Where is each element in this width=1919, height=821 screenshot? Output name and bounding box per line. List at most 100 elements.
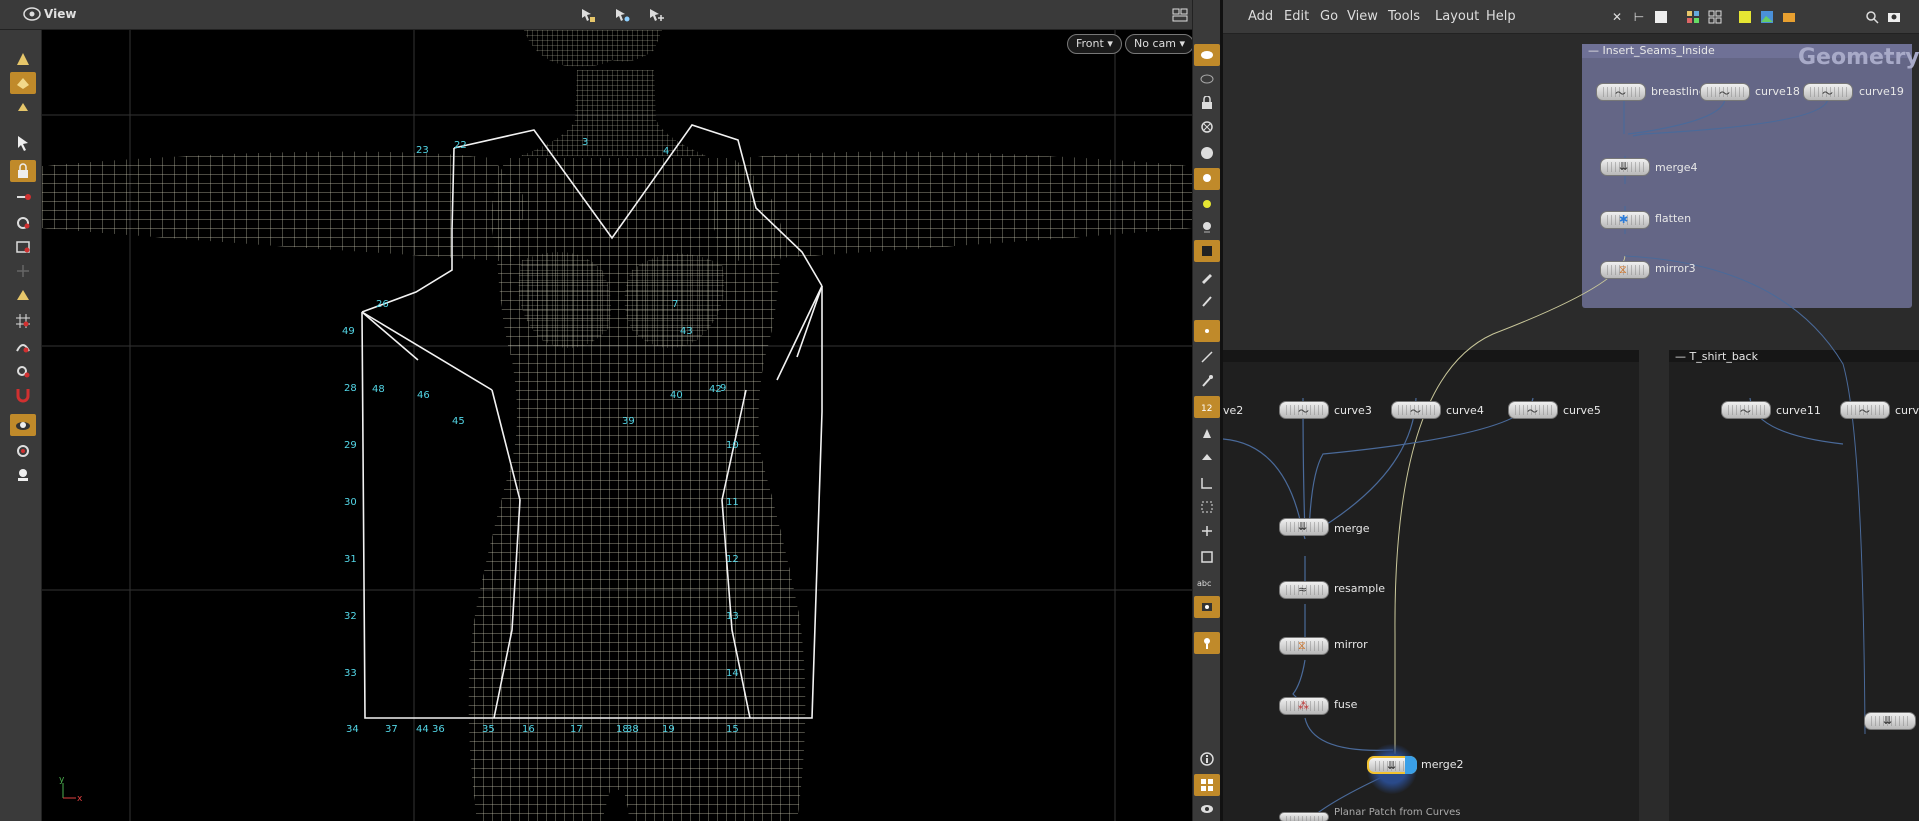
view-dropdown[interactable]: Front ▾ <box>1067 34 1122 54</box>
node-resample[interactable]: ≈ <box>1279 581 1329 599</box>
select-boundary-icon[interactable] <box>10 236 36 258</box>
display-options-icon[interactable] <box>1194 44 1220 66</box>
eye-icon[interactable] <box>1194 798 1220 820</box>
display-pin-icon[interactable] <box>1194 632 1220 654</box>
node-merge2[interactable]: ⇊ <box>1367 756 1417 774</box>
node-planar-patch[interactable] <box>1279 812 1329 821</box>
display-edges-icon[interactable] <box>10 96 36 118</box>
lighting-icon[interactable] <box>1194 168 1220 190</box>
tree-icon[interactable]: ⊢ <box>1631 9 1647 25</box>
point-number-label: 12 <box>726 554 739 565</box>
svg-text:12: 12 <box>1201 404 1212 414</box>
camera-snapshot-icon[interactable] <box>1886 9 1902 25</box>
camera-icon[interactable] <box>10 440 36 462</box>
display-breakpoints-icon[interactable] <box>1194 446 1220 468</box>
display-point-numbers-icon[interactable] <box>1194 320 1220 342</box>
node-merge[interactable]: ⇊ <box>1279 518 1329 536</box>
lock-camera-icon[interactable] <box>1194 92 1220 114</box>
camera-dropdown[interactable]: No cam ▾ <box>1125 34 1192 54</box>
node-curve18[interactable]: 〜 <box>1700 83 1750 101</box>
display-bbox-icon[interactable] <box>1194 546 1220 568</box>
snap-prim-icon[interactable] <box>10 336 36 358</box>
pose-icon[interactable] <box>10 816 36 821</box>
list-icon[interactable] <box>1653 9 1669 25</box>
snap-point-icon[interactable] <box>10 360 36 382</box>
search-icon[interactable] <box>1864 9 1880 25</box>
display-profiles-icon[interactable] <box>1194 496 1220 518</box>
image-icon[interactable] <box>1759 9 1775 25</box>
point-number-label: 29 <box>344 440 357 451</box>
collapse-icon[interactable]: — <box>1588 44 1603 57</box>
construction-plane-icon[interactable] <box>10 414 36 436</box>
menu-help[interactable]: Help <box>1486 9 1516 24</box>
point-number-label: 31 <box>344 554 357 565</box>
display-flag-icon[interactable] <box>1405 756 1417 774</box>
node-curve4[interactable]: 〜 <box>1391 401 1441 419</box>
node-curve11[interactable]: 〜 <box>1721 401 1771 419</box>
pivot-icon[interactable] <box>10 260 36 282</box>
display-text-icon[interactable]: abc <box>1194 572 1220 594</box>
menu-tools[interactable]: Tools <box>1388 9 1420 24</box>
display-normals-icon[interactable] <box>1194 346 1220 368</box>
node-breastline[interactable]: 〜 <box>1596 83 1646 101</box>
display-uv-icon[interactable] <box>1194 422 1220 444</box>
pencil-icon[interactable] <box>1194 266 1220 288</box>
network-menubar: Add Edit Go View Tools Layout Help ✕ ⊢ <box>1223 0 1919 34</box>
select-connected-icon[interactable] <box>10 186 36 208</box>
snap-grid-icon[interactable] <box>10 310 36 332</box>
x-ray-icon[interactable] <box>1194 116 1220 138</box>
menu-go[interactable]: Go <box>1320 9 1338 24</box>
node-flatten[interactable]: ✱ <box>1600 211 1650 229</box>
select-pattern-icon[interactable] <box>609 4 635 26</box>
layout-icon[interactable] <box>1194 774 1220 796</box>
node-curve19[interactable]: 〜 <box>1803 83 1853 101</box>
grid-view-icon[interactable] <box>1685 9 1701 25</box>
node-curve-partial[interactable]: 〜 <box>1840 401 1890 419</box>
tools-icon[interactable]: ✕ <box>1609 9 1625 25</box>
node-curve5[interactable]: 〜 <box>1508 401 1558 419</box>
notes-icon[interactable] <box>1737 9 1753 25</box>
display-edges-dir-icon[interactable] <box>1194 520 1220 542</box>
3d-viewport[interactable]: 23 22 3 4 26 7 49 43 28 48 46 40 42 9 45 39 29 10 30 11 31 12… <box>42 30 1192 821</box>
select-loop-icon[interactable] <box>10 212 36 234</box>
display-points-icon[interactable] <box>10 48 36 70</box>
mirror-node-icon: ⧖ <box>1298 639 1306 652</box>
network-box-icon[interactable] <box>1781 9 1797 25</box>
display-snapshot-icon[interactable] <box>1194 596 1220 618</box>
ghost-icon[interactable] <box>1194 68 1220 90</box>
select-groups-icon[interactable] <box>643 4 669 26</box>
background-icon[interactable] <box>1194 240 1220 262</box>
node-curve3[interactable]: 〜 <box>1279 401 1329 419</box>
brush-icon[interactable] <box>1194 290 1220 312</box>
shadows-icon[interactable] <box>1194 216 1220 238</box>
shading-icon[interactable] <box>1194 142 1220 164</box>
lights-icon[interactable] <box>10 464 36 486</box>
node-mirror3[interactable]: ⧖ <box>1600 261 1650 279</box>
display-vectors-icon[interactable] <box>1194 370 1220 392</box>
select-visible-icon[interactable] <box>575 4 601 26</box>
node-merge4[interactable]: ⇊ <box>1600 158 1650 176</box>
display-prim-numbers-icon[interactable]: 12 <box>1194 396 1220 418</box>
scene-view-icon[interactable] <box>22 5 42 23</box>
netbox-tshirt-back[interactable]: — T_shirt_back <box>1669 350 1919 364</box>
node-fuse[interactable]: ⁂ <box>1279 697 1329 715</box>
handle-icon[interactable] <box>10 284 36 306</box>
magnet-icon[interactable] <box>10 384 36 406</box>
display-hulls-icon[interactable] <box>1194 472 1220 494</box>
tiles-icon[interactable] <box>1707 9 1723 25</box>
menu-edit[interactable]: Edit <box>1284 9 1309 24</box>
node-label: curve19 <box>1859 85 1904 98</box>
menu-view[interactable]: View <box>1347 9 1378 24</box>
menu-add[interactable]: Add <box>1248 9 1273 24</box>
headlight-icon[interactable] <box>1194 194 1220 216</box>
info-icon[interactable] <box>1194 748 1220 770</box>
menu-layout[interactable]: Layout <box>1435 9 1479 24</box>
node-mirror[interactable]: ⧖ <box>1279 637 1329 655</box>
display-primitives-icon[interactable] <box>10 72 36 94</box>
viewport-left-toolbar <box>0 30 42 821</box>
node-merge-partial[interactable]: ⇊ <box>1864 712 1916 730</box>
collapse-icon[interactable]: — <box>1675 350 1690 363</box>
viewport-layout-icon[interactable] <box>1167 4 1193 26</box>
lock-icon[interactable] <box>10 160 36 182</box>
select-arrow-icon[interactable] <box>10 132 36 154</box>
